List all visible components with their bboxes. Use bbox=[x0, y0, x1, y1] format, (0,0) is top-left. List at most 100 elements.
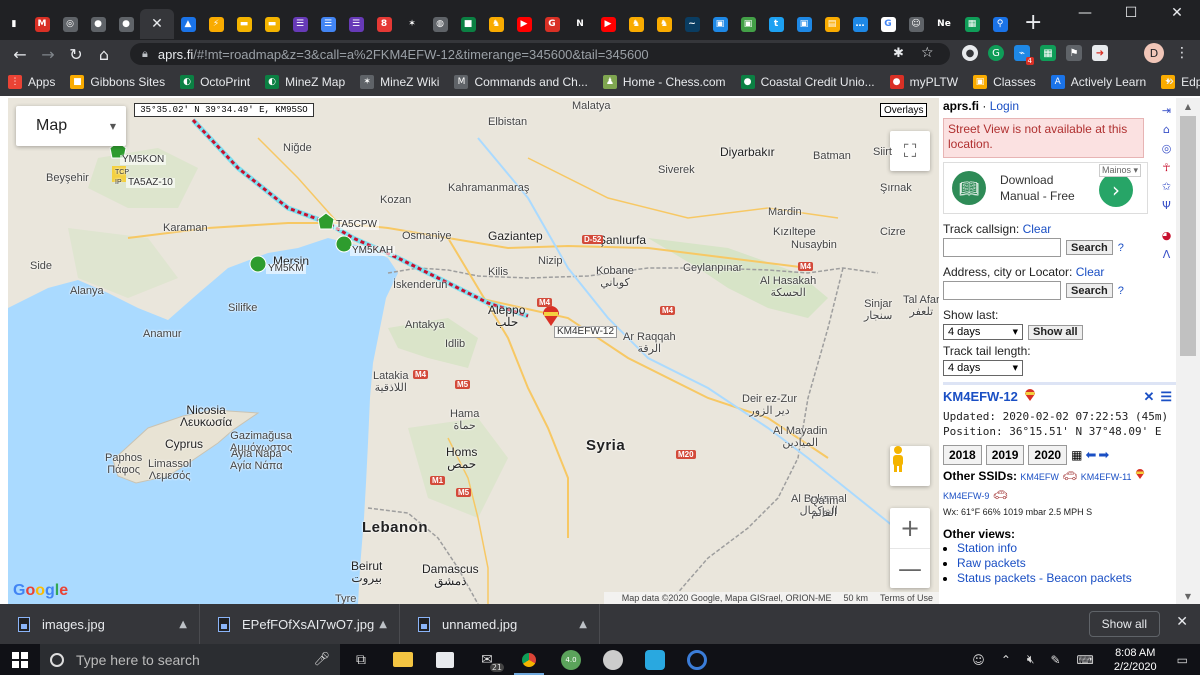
task-view-icon[interactable]: ⧉ bbox=[340, 644, 382, 675]
taskbar-search[interactable]: Type here to search 🎤︎ bbox=[40, 644, 340, 675]
address-input[interactable] bbox=[943, 281, 1061, 300]
browser-tab[interactable]: ☺ bbox=[902, 9, 930, 39]
star-icon[interactable]: ✩ bbox=[1160, 179, 1174, 193]
terms-link[interactable]: Terms of Use bbox=[880, 593, 933, 603]
ad-banner[interactable]: 📖︎ Download Manual - Free › Mainos ▾ bbox=[943, 162, 1148, 214]
back-icon[interactable]: ← bbox=[6, 40, 34, 68]
notifications-icon[interactable]: ▭ bbox=[1177, 653, 1188, 667]
browser-tab[interactable]: ▮ bbox=[0, 9, 28, 39]
ext-blank-icon[interactable] bbox=[1118, 45, 1134, 61]
maximize-button[interactable]: ☐ bbox=[1108, 0, 1154, 26]
view-link[interactable]: Station info bbox=[957, 541, 1017, 555]
pen-icon[interactable]: ✎ bbox=[1050, 653, 1060, 667]
show-last-select[interactable]: 4 days ▼ bbox=[943, 324, 1023, 340]
download-item[interactable]: images.jpg ▲ bbox=[0, 604, 200, 644]
home-station-icon[interactable]: ⌂ bbox=[1160, 122, 1174, 136]
map-type-selector[interactable]: Map ▼ bbox=[16, 106, 126, 146]
volume-icon[interactable]: 🔇︎ bbox=[1027, 652, 1035, 667]
browser-tab[interactable]: G bbox=[874, 9, 902, 39]
browser-tab[interactable]: t bbox=[762, 9, 790, 39]
calendar-icon[interactable]: ▦ bbox=[1071, 448, 1082, 462]
bookmarks-overflow-icon[interactable]: » bbox=[1166, 72, 1174, 88]
tray-chevron-icon[interactable]: ⌃ bbox=[1001, 653, 1011, 667]
ssid-link[interactable]: KM4EFW-11 bbox=[1081, 472, 1132, 482]
zoom-in-button[interactable]: + bbox=[890, 508, 930, 548]
browser-tab[interactable]: ▬ bbox=[230, 9, 258, 39]
ssid-link[interactable]: KM4EFW-9 bbox=[943, 491, 989, 501]
show-all-downloads-button[interactable]: Show all bbox=[1088, 611, 1160, 637]
bookmark-star-icon[interactable]: ☆ bbox=[921, 45, 934, 61]
browser-tab[interactable]: ▶ bbox=[510, 9, 538, 39]
browser-tab[interactable]: ▣ bbox=[706, 9, 734, 39]
browser-tab[interactable]: ♞ bbox=[650, 9, 678, 39]
windows-start-icon[interactable] bbox=[0, 644, 40, 675]
clear-callsign-link[interactable]: Clear bbox=[1023, 222, 1052, 236]
bookmark-item[interactable]: ✶ MineZ Wiki bbox=[360, 75, 439, 89]
callsign-search-button[interactable]: Search bbox=[1066, 240, 1113, 255]
people-icon[interactable]: ☺ bbox=[972, 653, 985, 667]
ext-grey-icon[interactable]: ⚑ bbox=[1066, 45, 1082, 61]
person-icon[interactable]: ☥ bbox=[1160, 160, 1174, 174]
browser-tab[interactable]: ♞ bbox=[482, 9, 510, 39]
station-label-ta5az[interactable]: TA5AZ-10 bbox=[126, 178, 175, 188]
browser-tab[interactable]: G bbox=[538, 9, 566, 39]
ext-grammarly-icon[interactable]: G bbox=[988, 45, 1004, 61]
file-explorer-icon[interactable] bbox=[382, 644, 424, 675]
station-label-tcpip[interactable]: TCP IP bbox=[113, 168, 131, 188]
antenna-icon[interactable]: Ψ bbox=[1160, 198, 1174, 212]
kebab-menu-icon[interactable]: ⋮ bbox=[1174, 45, 1190, 61]
ad-tag[interactable]: Mainos ▾ bbox=[1098, 164, 1141, 177]
year-tab[interactable]: 2018 bbox=[943, 445, 982, 465]
ring-taskbar-icon[interactable] bbox=[676, 644, 718, 675]
browser-tab[interactable]: Ne bbox=[930, 9, 958, 39]
close-station-icon[interactable]: ✕ bbox=[1143, 389, 1154, 405]
pegman-icon[interactable] bbox=[890, 446, 930, 486]
close-downloads-icon[interactable]: ✕ bbox=[1176, 614, 1188, 630]
ssid-link[interactable]: KM4EFW bbox=[1020, 472, 1059, 482]
browser-tab[interactable]: ▦ bbox=[958, 9, 986, 39]
ext-notification-icon[interactable]: ⌁ 4 bbox=[1014, 45, 1034, 65]
browser-tab[interactable]: 8 bbox=[370, 9, 398, 39]
station-callsign[interactable]: KM4EFW-12 bbox=[943, 389, 1018, 404]
minimize-button[interactable]: — bbox=[1062, 0, 1108, 26]
map-canvas[interactable]: Map ▼ 35°35.02' N 39°34.49' E, KM95SO Ov… bbox=[8, 98, 939, 604]
scroll-up-icon[interactable]: ▲ bbox=[1176, 98, 1200, 114]
bookmark-item[interactable]: ♟ Home - Chess.com bbox=[602, 75, 726, 89]
browser-tab[interactable]: ● bbox=[112, 9, 140, 39]
browser-tab[interactable]: ▲ bbox=[174, 9, 202, 39]
browser-tab[interactable]: ▤ bbox=[818, 9, 846, 39]
chrome-taskbar-icon[interactable] bbox=[508, 644, 550, 675]
active-browser-tab[interactable]: ✕ bbox=[140, 9, 174, 39]
store-icon[interactable] bbox=[424, 644, 466, 675]
station-label-km4efw12[interactable]: KM4EFW-12 bbox=[554, 326, 618, 338]
forward-icon[interactable]: → bbox=[34, 40, 62, 68]
bookmark-item[interactable]: ⋮ Apps bbox=[8, 75, 55, 89]
chevron-up-icon[interactable]: ▲ bbox=[379, 619, 387, 630]
close-tab-icon[interactable]: ✕ bbox=[150, 16, 165, 32]
callsign-input[interactable] bbox=[943, 238, 1061, 257]
weather-icon[interactable]: ◕ bbox=[1160, 228, 1174, 242]
keyboard-icon[interactable]: ⌨ bbox=[1077, 653, 1094, 667]
browser-tab[interactable]: … bbox=[846, 9, 874, 39]
browser-tab[interactable]: ▬ bbox=[258, 9, 286, 39]
prev-arrow-icon[interactable]: ⬅ bbox=[1085, 448, 1096, 463]
browser-tab[interactable]: ☰ bbox=[314, 9, 342, 39]
station-label-ym5km[interactable]: YM5KM bbox=[266, 264, 306, 274]
zoom-out-button[interactable]: — bbox=[890, 548, 930, 588]
address-search-button[interactable]: Search bbox=[1066, 283, 1113, 298]
view-link[interactable]: Raw packets bbox=[957, 556, 1026, 570]
scroll-down-icon[interactable]: ▼ bbox=[1176, 588, 1200, 604]
download-item[interactable]: unnamed.jpg ▲ bbox=[400, 604, 600, 644]
bookmark-item[interactable]: A Actively Learn bbox=[1050, 75, 1146, 89]
address-bar[interactable]: 🔒︎ aprs.fi/#!mt=roadmap&z=3&call=a%2FKM4… bbox=[130, 43, 950, 65]
ext-sheet-icon[interactable]: ▦ bbox=[1040, 45, 1056, 61]
chevron-up-icon[interactable]: ▲ bbox=[179, 619, 187, 630]
ext-circle-icon[interactable]: ● bbox=[962, 45, 978, 61]
ad-arrow-icon[interactable]: › bbox=[1099, 173, 1133, 207]
bookmark-item[interactable]: ■ Gibbons Sites bbox=[70, 75, 165, 89]
browser-tab[interactable]: ☰ bbox=[342, 9, 370, 39]
cloud-taskbar-icon[interactable] bbox=[634, 644, 676, 675]
next-arrow-icon[interactable]: ➡ bbox=[1098, 448, 1109, 463]
home-icon[interactable]: ⌂ bbox=[90, 40, 118, 68]
callsign-help-link[interactable]: ? bbox=[1118, 242, 1124, 254]
